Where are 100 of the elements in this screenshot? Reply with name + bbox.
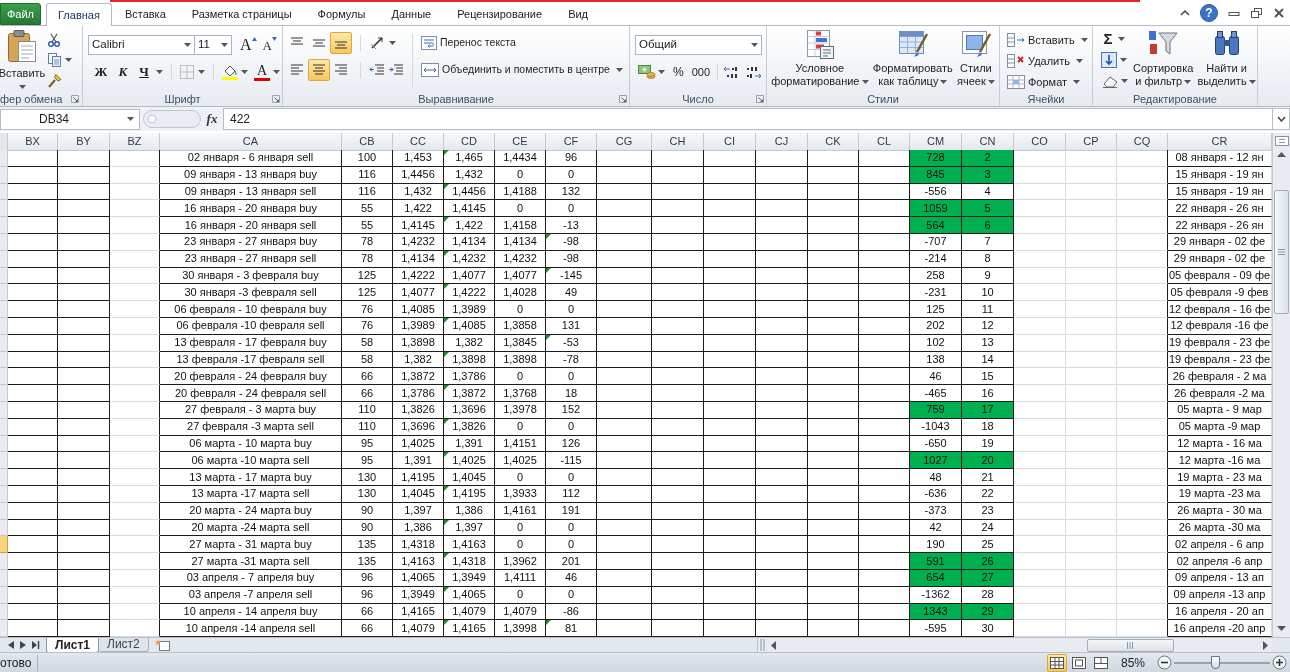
eraser-icon[interactable]: [1101, 74, 1119, 88]
split-handle-icon[interactable]: [760, 639, 765, 651]
sort-filter-button[interactable]: Сортировка и фильтр: [1131, 28, 1196, 88]
column-header[interactable]: CE: [495, 133, 546, 151]
indent-right-icon[interactable]: [388, 63, 404, 77]
column-header[interactable]: CO: [1014, 133, 1066, 151]
ribbon-tab[interactable]: Вид: [555, 3, 602, 25]
next-arrow-icon[interactable]: [20, 640, 26, 649]
grow-font-button[interactable]: A: [238, 35, 259, 55]
insert-function-button[interactable]: fx: [202, 109, 222, 129]
column-header[interactable]: BY: [58, 133, 110, 151]
column-header[interactable]: CA: [160, 133, 342, 151]
dialog-launcher-icon[interactable]: [71, 94, 79, 103]
caret-icon[interactable]: [18, 85, 26, 89]
chevron-up-icon[interactable]: [1180, 9, 1190, 16]
ribbon-tab[interactable]: Формулы: [304, 3, 379, 25]
column-header[interactable]: BZ: [110, 133, 160, 151]
cell-styles-button[interactable]: Стили ячеек: [957, 28, 995, 88]
shrink-font-button[interactable]: A: [260, 35, 279, 55]
caret-icon[interactable]: [1076, 59, 1083, 63]
merge-center-button[interactable]: Объединить и поместить в центре: [421, 59, 623, 81]
caret-icon[interactable]: [127, 117, 134, 121]
italic-button[interactable]: К: [112, 62, 134, 82]
caret-icon[interactable]: [987, 80, 995, 85]
underline-button[interactable]: Ч: [134, 62, 154, 82]
dialog-launcher-icon[interactable]: [756, 94, 764, 103]
caret-icon[interactable]: [156, 70, 163, 74]
zoom-level[interactable]: 85%: [1120, 653, 1145, 672]
column-header[interactable]: CD: [444, 133, 495, 151]
caret-icon[interactable]: [198, 70, 205, 74]
format-table-button[interactable]: Форматировать как таблицу: [872, 28, 953, 88]
up-arrow-icon[interactable]: [1277, 152, 1286, 157]
column-header[interactable]: CJ: [756, 133, 808, 151]
column-header[interactable]: CI: [704, 133, 756, 151]
caret-icon[interactable]: [184, 43, 191, 47]
file-tab[interactable]: Файл: [0, 3, 41, 25]
column-header[interactable]: CP: [1066, 133, 1117, 151]
slider-thumb[interactable]: [1211, 655, 1221, 669]
right-arrow-icon[interactable]: [1263, 640, 1268, 650]
down-arrow-box-icon[interactable]: [1101, 52, 1117, 68]
split-box-icon[interactable]: [1274, 136, 1289, 146]
caret-icon[interactable]: [1121, 79, 1128, 83]
column-header[interactable]: BX: [8, 133, 58, 151]
wrap-text-button[interactable]: Перенос текста: [421, 32, 516, 54]
caret-icon[interactable]: [1073, 80, 1081, 84]
caret-icon[interactable]: [1080, 38, 1088, 42]
column-header[interactable]: CM: [910, 133, 962, 151]
paint-bucket-icon[interactable]: [222, 64, 238, 80]
last-arrow-icon[interactable]: [32, 640, 40, 649]
column-header[interactable]: CN: [962, 133, 1014, 151]
caret-icon[interactable]: [615, 68, 623, 72]
column-header[interactable]: CK: [808, 133, 859, 151]
dialog-launcher-icon[interactable]: [619, 94, 627, 103]
scroll-thumb[interactable]: [1274, 190, 1289, 314]
caret-icon[interactable]: [273, 70, 280, 74]
ribbon-tab[interactable]: Вставка: [111, 3, 179, 25]
ribbon-tab[interactable]: Главная: [46, 3, 112, 26]
column-header[interactable]: CC: [393, 133, 444, 151]
font-color-button[interactable]: A: [254, 63, 270, 81]
align-center-button[interactable]: [308, 59, 330, 81]
arrow-right-dots-icon[interactable]: [745, 65, 764, 79]
caret-icon[interactable]: [1120, 58, 1127, 62]
zoom-in-icon[interactable]: [1272, 655, 1287, 670]
caret-icon[interactable]: [65, 58, 72, 62]
sheet-tab[interactable]: Лист2: [99, 638, 149, 652]
indent-left-icon[interactable]: [369, 63, 385, 77]
align-bottom-button[interactable]: [330, 32, 352, 54]
caret-icon[interactable]: [861, 80, 869, 85]
paste-button[interactable]: Вставить: [0, 29, 44, 91]
close-icon[interactable]: [1273, 6, 1285, 19]
scissors-icon[interactable]: [47, 33, 61, 47]
column-header[interactable]: CF: [546, 133, 597, 151]
font-size-field[interactable]: 11: [195, 35, 232, 55]
column-header[interactable]: CG: [597, 133, 652, 151]
caret-icon[interactable]: [658, 70, 665, 74]
column-header[interactable]: CQ: [1117, 133, 1168, 151]
number-format-field[interactable]: Общий: [635, 35, 762, 55]
format-cells-button[interactable]: Формат: [1007, 73, 1092, 91]
caret-icon[interactable]: [221, 43, 228, 47]
help-button[interactable]: ?: [1200, 3, 1218, 22]
caret-icon[interactable]: [751, 43, 758, 47]
column-header[interactable]: CH: [652, 133, 704, 151]
bold-button[interactable]: Ж: [90, 62, 112, 82]
new-sheet-icon[interactable]: [154, 639, 173, 651]
money-icon[interactable]: [638, 64, 656, 80]
thousands-button[interactable]: 000: [689, 62, 713, 82]
caret-icon[interactable]: [241, 70, 248, 74]
column-header[interactable]: CR: [1168, 133, 1272, 151]
font-name-field[interactable]: Calibri: [88, 35, 195, 55]
sum-button[interactable]: Σ: [1101, 31, 1115, 47]
ribbon-tab[interactable]: Разметка страницы: [178, 3, 305, 25]
copy-icon[interactable]: [47, 53, 62, 67]
delete-cells-button[interactable]: Удалить: [1007, 52, 1092, 70]
paintbrush-icon[interactable]: [47, 73, 62, 88]
prev-arrow-icon[interactable]: [8, 640, 14, 649]
dialog-launcher-icon[interactable]: [272, 94, 280, 103]
zoom-out-icon[interactable]: [1157, 655, 1172, 670]
formula-input[interactable]: 422: [223, 108, 1273, 130]
restore-icon[interactable]: [1250, 6, 1263, 19]
conditional-format-button[interactable]: Условное форматирование: [771, 28, 869, 88]
